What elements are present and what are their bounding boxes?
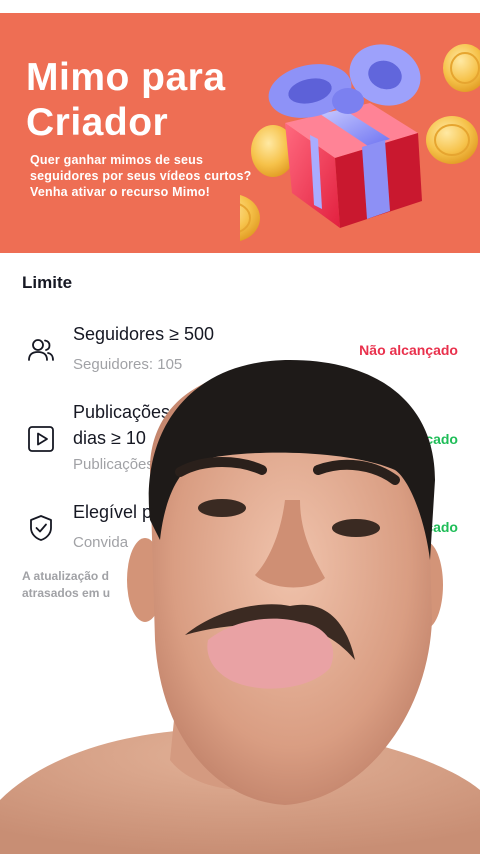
- requirement-meta: Convida: [73, 534, 129, 551]
- video-play-icon: [28, 426, 54, 452]
- requirement-row-posts: Publicações dias ≥ 10 Publicações çado: [0, 399, 480, 479]
- requirement-title: Elegível p: [73, 502, 153, 522]
- requirement-title-line2: dias ≥ 10: [73, 428, 146, 448]
- footnote-line1: A atualização d: [22, 569, 109, 583]
- banner-title-line2: Criador: [26, 101, 169, 144]
- footnote: A atualização d atrasados em u: [22, 568, 452, 602]
- shield-check-icon: [30, 515, 52, 541]
- status-strip: [0, 0, 480, 13]
- banner-title: Mimo para Criador: [26, 55, 226, 145]
- requirement-title-line1: Publicações: [73, 402, 171, 422]
- requirement-row-eligible: Elegível p Convida çado: [0, 499, 480, 559]
- gift-illustration: [240, 44, 480, 241]
- requirements-card: Limite Seguidores ≥ 500 Seguidores: 105 …: [0, 253, 480, 854]
- coin-icon: [426, 116, 478, 164]
- footnote-line2: atrasados em u: [22, 586, 111, 600]
- requirement-meta: Seguidores: 105: [73, 356, 183, 373]
- requirement-row-followers: Seguidores ≥ 500 Seguidores: 105 Não alc…: [0, 319, 480, 379]
- status-badge: Não alcançado: [359, 342, 458, 358]
- requirement-meta: Publicações: [73, 456, 154, 473]
- mimo-banner: Mimo para Criador Quer ganhar mimos de s…: [0, 13, 480, 253]
- banner-subtitle-line1: Quer ganhar mimos de seus: [30, 153, 204, 167]
- requirement-title: Publicações dias ≥ 10: [73, 399, 170, 451]
- section-title: Limite: [22, 273, 73, 292]
- status-badge: çado: [425, 519, 458, 535]
- coin-icon: [443, 44, 480, 92]
- banner-subtitle-line3: Venha ativar o recurso Mimo!: [30, 185, 210, 199]
- coin-icon: [240, 195, 260, 241]
- banner-title-line1: Mimo para: [26, 56, 226, 99]
- followers-icon: [28, 339, 54, 361]
- banner-subtitle: Quer ganhar mimos de seus seguidores por…: [30, 152, 270, 200]
- banner-subtitle-line2: seguidores por seus vídeos curtos?: [30, 169, 252, 183]
- requirement-title: Seguidores ≥ 500: [73, 324, 214, 344]
- status-badge: çado: [425, 431, 458, 447]
